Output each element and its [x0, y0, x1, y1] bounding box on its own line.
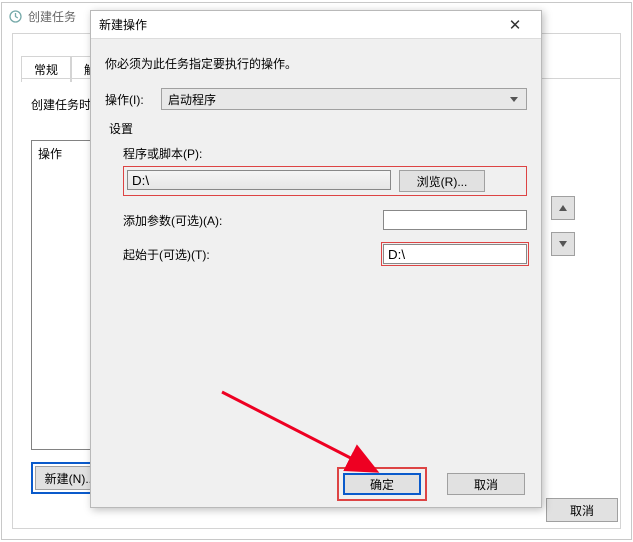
action-select[interactable]: 启动程序 [161, 88, 527, 110]
action-row: 操作(I): 启动程序 [105, 88, 527, 110]
move-down-button[interactable] [551, 232, 575, 256]
action-select-value: 启动程序 [168, 91, 216, 108]
triangle-down-icon [558, 239, 568, 249]
actions-list-header: 操作 [38, 147, 62, 161]
args-label: 添加参数(可选)(A): [123, 212, 383, 229]
modal-body: 你必须为此任务指定要执行的操作。 操作(I): 启动程序 设置 程序或脚本(P)… [91, 39, 541, 507]
reorder-buttons [551, 196, 575, 256]
close-icon: ✕ [509, 16, 522, 34]
instruction-text: 你必须为此任务指定要执行的操作。 [105, 55, 527, 72]
triangle-up-icon [558, 203, 568, 213]
startin-field: 起始于(可选)(T): [123, 244, 527, 264]
browse-button[interactable]: 浏览(R)... [399, 170, 485, 192]
startin-label: 起始于(可选)(T): [123, 246, 383, 263]
modal-title: 新建操作 [99, 16, 497, 33]
parent-title: 创建任务 [28, 8, 76, 25]
program-input[interactable] [127, 170, 391, 190]
program-field: 程序或脚本(P): 浏览(R)... [123, 145, 527, 196]
move-up-button[interactable] [551, 196, 575, 220]
modal-button-row: 确定 取消 [337, 467, 525, 501]
startin-input[interactable] [383, 244, 527, 264]
create-task-label: 创建任务时 [31, 96, 91, 113]
clock-icon [8, 9, 22, 23]
settings-label: 设置 [109, 120, 527, 137]
program-highlight: 浏览(R)... [123, 166, 527, 196]
args-input[interactable] [383, 210, 527, 230]
new-action-dialog: 新建操作 ✕ 你必须为此任务指定要执行的操作。 操作(I): 启动程序 设置 程… [90, 10, 542, 508]
modal-titlebar: 新建操作 ✕ [91, 11, 541, 39]
modal-cancel-button[interactable]: 取消 [447, 473, 525, 495]
settings-group: 设置 程序或脚本(P): 浏览(R)... 添加参数(可选)(A): [105, 120, 527, 264]
actions-list[interactable]: 操作 [31, 140, 91, 450]
args-field: 添加参数(可选)(A): [123, 210, 527, 230]
parent-cancel-button[interactable]: 取消 [546, 498, 618, 522]
ok-button[interactable]: 确定 [343, 473, 421, 495]
program-label: 程序或脚本(P): [123, 145, 527, 162]
action-label: 操作(I): [105, 91, 161, 108]
close-button[interactable]: ✕ [497, 14, 533, 36]
ok-highlight: 确定 [337, 467, 427, 501]
